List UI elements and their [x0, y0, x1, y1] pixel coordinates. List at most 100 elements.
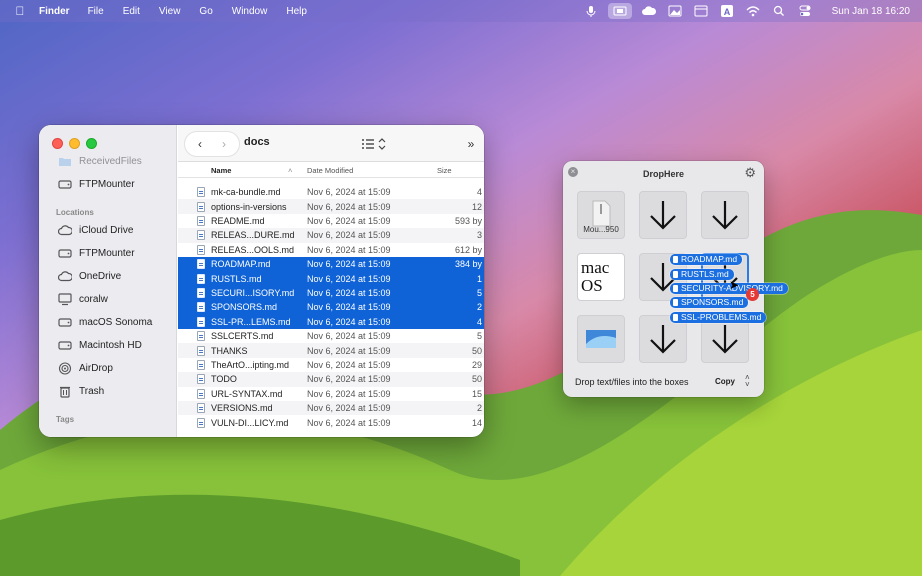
sort-ascending-icon: ˄ — [288, 166, 293, 175]
menu-go[interactable]: Go — [199, 6, 212, 17]
file-size: 593 by — [454, 215, 482, 226]
drop-box-4[interactable]: mac OS — [577, 253, 625, 301]
minimize-button[interactable] — [69, 138, 80, 149]
sidebar-item-label: iCloud Drive — [79, 224, 134, 236]
menu-edit[interactable]: Edit — [123, 6, 140, 17]
drop-box-2[interactable] — [639, 191, 687, 239]
wifi-icon[interactable] — [744, 4, 762, 18]
panel-title: DropHere — [642, 169, 684, 179]
window-icon[interactable] — [692, 4, 710, 18]
table-row[interactable]: RELEAS...DURE.md Nov 6, 2024 at 15:09 3 — [178, 228, 484, 243]
table-row[interactable]: RELEAS...OOLS.md Nov 6, 2024 at 15:09 612 … — [178, 243, 484, 257]
sidebar-item-label: Macintosh HD — [79, 339, 142, 351]
image-icon[interactable] — [666, 4, 684, 18]
file-size: 12 — [471, 201, 482, 212]
back-button[interactable]: ‹ — [190, 133, 210, 155]
finder-toolbar: ‹ › docs » — [178, 125, 484, 162]
sidebar-item-trash[interactable]: Trash — [57, 382, 104, 400]
action-select[interactable]: Copy — [715, 377, 735, 386]
sidebar-item-label: Trash — [79, 385, 105, 397]
sidebar-item-icloud-drive[interactable]: iCloud Drive — [57, 221, 133, 239]
file-date: Nov 6, 2024 at 15:09 — [307, 187, 391, 198]
menu-help[interactable]: Help — [286, 6, 307, 17]
sidebar-item-ftpmounter[interactable]: FTPMounter — [57, 175, 135, 193]
list-view-icon[interactable] — [358, 133, 390, 155]
table-row[interactable]: SSL-PR...LEMS.md Nov 6, 2024 at 15:09 4 — [178, 314, 484, 329]
text-input-icon[interactable]: A — [718, 4, 736, 18]
table-row[interactable]: TheArtO...ipting.md Nov 6, 2024 at 15:09 2… — [178, 358, 484, 372]
menu-view[interactable]: View — [159, 6, 181, 17]
finder-window: ReceivedFiles FTPMounter Locations iClou… — [39, 125, 484, 437]
drop-hint-text: Drop text/files into the boxes — [575, 377, 689, 387]
document-icon — [197, 259, 205, 270]
document-icon — [197, 374, 205, 385]
search-icon[interactable] — [770, 4, 788, 18]
sidebar-item-macintosh-hd[interactable]: Macintosh HD — [57, 336, 142, 354]
file-date: Nov 6, 2024 at 15:09 — [307, 259, 391, 270]
menu-clock[interactable]: Sun Jan 18 16:20 — [832, 6, 910, 17]
menu-bar:  Finder File Edit View Go Window Help A… — [0, 0, 922, 22]
control-center-icon[interactable] — [796, 4, 814, 18]
file-date: Nov 6, 2024 at 15:09 — [307, 417, 391, 428]
drop-box-1[interactable]: Mou...950 — [577, 191, 625, 239]
file-size: 2 — [476, 403, 482, 414]
svg-text:A: A — [723, 7, 730, 17]
gear-icon[interactable]: ⚙ — [744, 165, 756, 181]
document-icon — [197, 244, 205, 255]
drag-chip: RUSTLS.md — [670, 269, 734, 280]
chevron-updown-icon[interactable]: ˄ ˅ — [745, 374, 750, 389]
file-size: 50 — [471, 345, 482, 356]
sidebar-item-label: coralw — [79, 293, 108, 305]
menu-window[interactable]: Window — [232, 6, 268, 17]
table-row[interactable]: RUSTLS.md Nov 6, 2024 at 15:09 1 — [178, 271, 484, 286]
table-row[interactable]: VULN-DI...LICY.md Nov 6, 2024 at 15:09 14 — [178, 415, 484, 429]
column-header: Name ˄ Date Modified Size — [178, 163, 484, 178]
file-date: Nov 6, 2024 at 15:09 — [307, 331, 391, 342]
sidebar-item-onedrive[interactable]: OneDrive — [57, 267, 121, 285]
column-size[interactable]: Size — [437, 166, 452, 175]
table-row[interactable]: ROADMAP.md Nov 6, 2024 at 15:09 384 by — [178, 257, 484, 272]
table-row[interactable]: SPONSORS.md Nov 6, 2024 at 15:09 2 — [178, 300, 484, 315]
screen-share-icon[interactable] — [607, 3, 632, 19]
zoom-button[interactable] — [86, 138, 97, 149]
forward-button[interactable]: › — [214, 133, 234, 155]
sidebar-item-macos-sonoma[interactable]: macOS Sonoma — [57, 313, 152, 331]
drop-box-7[interactable] — [577, 315, 625, 363]
table-row[interactable]: VERSIONS.md Nov 6, 2024 at 15:09 2 — [178, 401, 484, 416]
table-row[interactable]: options-in-versions Nov 6, 2024 at 15:09 1… — [178, 199, 484, 214]
airdrop-icon — [57, 361, 72, 375]
table-row[interactable]: SSLCERTS.md Nov 6, 2024 at 15:09 5 — [178, 329, 484, 343]
sidebar-item-receivedfiles[interactable]: ReceivedFiles — [57, 152, 142, 170]
document-icon — [197, 359, 205, 370]
sidebar-item-ftpmounter-location[interactable]: FTPMounter — [57, 244, 135, 262]
close-button[interactable] — [52, 138, 63, 149]
sidebar-item-label: AirDrop — [79, 362, 113, 374]
sidebar-item-label: OneDrive — [79, 270, 122, 282]
table-row[interactable]: README.md Nov 6, 2024 at 15:09 593 by — [178, 214, 484, 228]
table-row-partial[interactable] — [178, 178, 484, 185]
table-row[interactable]: SECURI...ISORY.md Nov 6, 2024 at 15:09 5 — [178, 285, 484, 301]
document-icon — [197, 331, 205, 342]
apple-menu-icon[interactable]:  — [13, 4, 27, 18]
sidebar-item-airdrop[interactable]: AirDrop — [57, 359, 113, 377]
menu-app-finder[interactable]: Finder — [39, 6, 70, 17]
column-name[interactable]: Name — [211, 166, 231, 175]
drag-chip: SPONSORS.md — [670, 297, 749, 308]
file-date: Nov 6, 2024 at 15:09 — [307, 374, 391, 385]
microphone-icon[interactable] — [582, 4, 600, 18]
table-row[interactable]: URL-SYNTAX.md Nov 6, 2024 at 15:09 15 — [178, 387, 484, 401]
file-icon — [673, 285, 678, 292]
table-row[interactable]: TODO Nov 6, 2024 at 15:09 50 — [178, 372, 484, 387]
file-name: SSLCERTS.md — [211, 331, 274, 342]
column-date-modified[interactable]: Date Modified — [307, 166, 353, 175]
drop-box-3[interactable] — [701, 191, 749, 239]
macos-text-preview: mac OS — [581, 258, 610, 295]
cloud-icon[interactable] — [640, 4, 658, 18]
menu-file[interactable]: File — [88, 6, 104, 17]
file-name: RELEAS...OOLS.md — [211, 244, 295, 255]
sidebar-item-coralw[interactable]: coralw — [57, 290, 108, 308]
file-date: Nov 6, 2024 at 15:09 — [307, 201, 391, 212]
table-row[interactable]: THANKS Nov 6, 2024 at 15:09 50 — [178, 343, 484, 358]
table-row[interactable]: mk-ca-bundle.md Nov 6, 2024 at 15:09 4 — [178, 185, 484, 199]
toolbar-overflow-icon[interactable]: » — [460, 133, 482, 155]
